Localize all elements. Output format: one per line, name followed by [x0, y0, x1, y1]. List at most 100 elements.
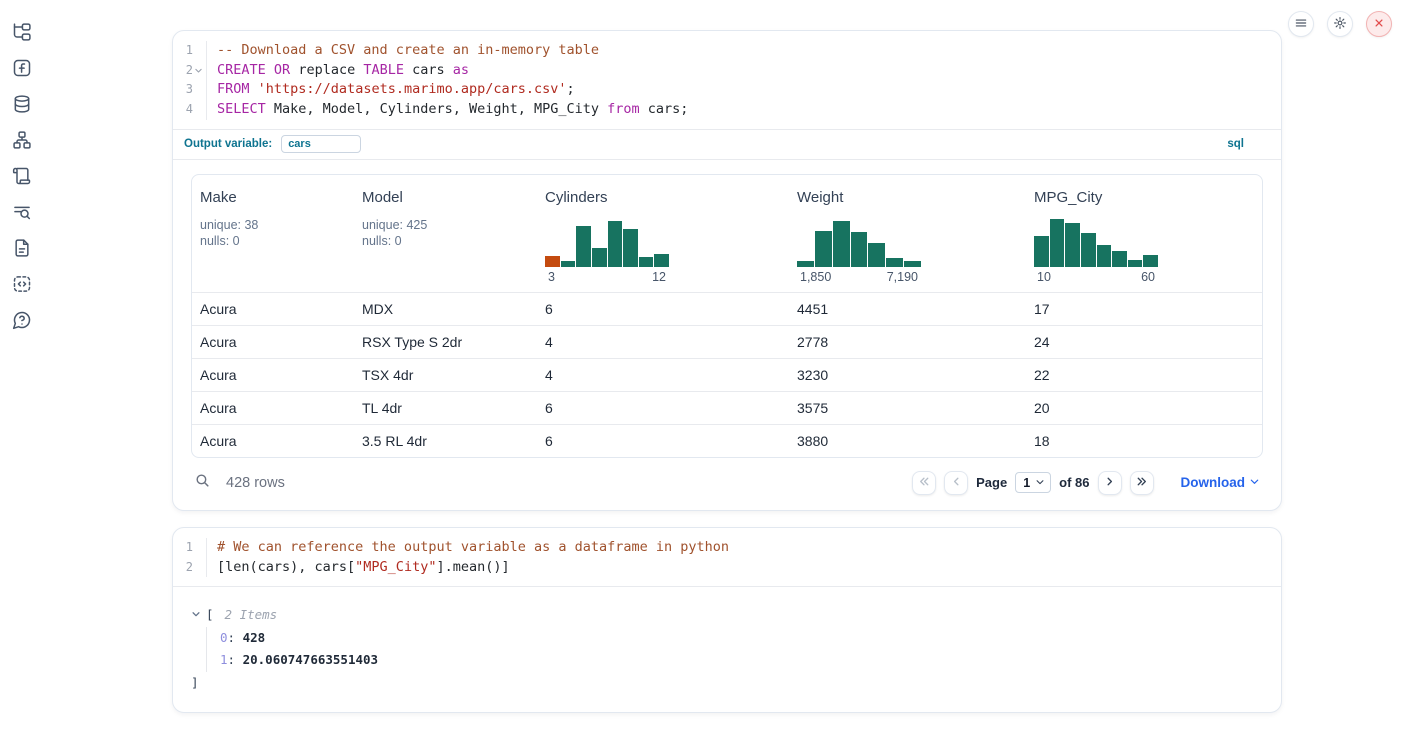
table-cell: 6: [537, 425, 789, 457]
code-text: # We can reference the output variable a…: [207, 538, 729, 558]
close-icon: [1372, 16, 1386, 33]
line-gutter: 1: [173, 538, 207, 558]
helper-sidebar: [0, 0, 44, 729]
histogram-bar: [868, 243, 885, 267]
tree-item: 1: 20.060747663551403: [220, 649, 1263, 672]
fold-spacer: [193, 85, 204, 96]
search-icon[interactable]: [194, 472, 211, 493]
column-stat: nulls: 0: [200, 233, 346, 250]
tree-items: 0: 4281: 20.060747663551403: [206, 627, 1263, 672]
code-line: 4SELECT Make, Model, Cylinders, Weight, …: [173, 100, 1281, 120]
sql-code-editor[interactable]: 1-- Download a CSV and create an in-memo…: [173, 31, 1281, 129]
sql-cell-output: Makeunique: 38nulls: 0Modelunique: 425nu…: [173, 159, 1281, 510]
token-plain: cars: [404, 62, 453, 78]
token-plain: ;: [567, 81, 575, 97]
table-header-row: Makeunique: 38nulls: 0Modelunique: 425nu…: [192, 175, 1262, 292]
axis-min-label: 1,850: [800, 270, 831, 284]
prev-page-button[interactable]: [944, 471, 968, 495]
python-code-editor[interactable]: 1# We can reference the output variable …: [173, 528, 1281, 586]
token-keyword: SELECT: [217, 101, 266, 117]
settings-button[interactable]: [1327, 11, 1353, 37]
scroll-icon: [12, 166, 32, 186]
line-gutter: 3: [173, 80, 207, 100]
histogram-bar: [815, 231, 832, 267]
table-cell: 6: [537, 392, 789, 424]
table-cell: Acura: [192, 359, 354, 391]
chevrons-left-icon: [918, 475, 931, 491]
column-header-mpg_city[interactable]: MPG_City 1060: [1026, 175, 1262, 292]
tree-root: [ 2 Items: [191, 604, 1263, 627]
table-body: AcuraMDX6445117AcuraRSX Type S 2dr427782…: [192, 292, 1262, 457]
next-page-button[interactable]: [1098, 471, 1122, 495]
tree-item: 0: 428: [220, 627, 1263, 650]
collapse-chevron-icon[interactable]: [191, 604, 201, 627]
column-name: MPG_City: [1034, 189, 1254, 206]
column-stat: unique: 38: [200, 217, 346, 234]
sidebar-item-help[interactable]: [12, 310, 32, 330]
search-list-icon: [12, 202, 32, 222]
table-row[interactable]: AcuraTSX 4dr4323022: [192, 358, 1262, 391]
fold-toggle-icon[interactable]: [193, 65, 204, 76]
histogram-axis-labels: 1060: [1034, 270, 1158, 284]
table-row[interactable]: AcuraMDX6445117: [192, 292, 1262, 325]
sidebar-item-scratchpad[interactable]: [12, 166, 32, 186]
shutdown-button[interactable]: [1366, 11, 1392, 37]
table-row[interactable]: AcuraTL 4dr6357520: [192, 391, 1262, 424]
table-row[interactable]: AcuraRSX Type S 2dr4277824: [192, 325, 1262, 358]
sidebar-item-datasources[interactable]: [12, 94, 32, 114]
sidebar-item-snippets[interactable]: [12, 274, 32, 294]
table-cell: 4451: [789, 293, 1026, 325]
column-header-model[interactable]: Modelunique: 425nulls: 0: [354, 175, 537, 292]
cell-sql: 1-- Download a CSV and create an in-memo…: [172, 30, 1282, 511]
tree-item-index: 0: [220, 630, 228, 645]
page-select[interactable]: 1: [1015, 472, 1051, 493]
token-plain: [250, 81, 258, 97]
fold-spacer: [193, 104, 204, 115]
column-header-cylinders[interactable]: Cylinders312: [537, 175, 789, 292]
notebook-actions: [1288, 11, 1392, 37]
cell-python: 1# We can reference the output variable …: [172, 527, 1282, 713]
code-text: FROM 'https://datasets.marimo.app/cars.c…: [207, 80, 575, 100]
tree-item-separator: :: [228, 652, 243, 667]
code-box-icon: [12, 274, 32, 294]
histogram-bar: [561, 261, 576, 267]
axis-min-label: 3: [548, 270, 555, 284]
python-cell-output: [ 2 Items 0: 4281: 20.060747663551403 ]: [173, 586, 1281, 712]
download-button[interactable]: Download: [1181, 475, 1261, 490]
sidebar-item-logs[interactable]: [12, 202, 32, 222]
network-icon: [12, 130, 32, 150]
histogram-bar: [623, 229, 638, 267]
histogram-bar: [1112, 251, 1127, 267]
tree-item-separator: :: [228, 630, 243, 645]
chevron-down-icon: [1249, 475, 1260, 490]
column-header-weight[interactable]: Weight1,8507,190: [789, 175, 1026, 292]
histogram-bar: [797, 261, 814, 267]
first-page-button[interactable]: [912, 471, 936, 495]
page-total-label: of 86: [1059, 475, 1089, 490]
table-cell: 24: [1026, 326, 1262, 358]
sidebar-item-file-explorer[interactable]: [12, 22, 32, 42]
line-gutter: 1: [173, 41, 207, 61]
fold-spacer: [193, 562, 204, 573]
file-text-icon: [12, 238, 32, 258]
table-cell: Acura: [192, 326, 354, 358]
function-square-icon: [12, 58, 32, 78]
token-string: "MPG_City": [355, 559, 436, 575]
table-row[interactable]: Acura3.5 RL 4dr6388018: [192, 424, 1262, 457]
sidebar-item-documentation[interactable]: [12, 238, 32, 258]
histogram-bar: [886, 258, 903, 267]
table-cell: 18: [1026, 425, 1262, 457]
histogram-mpg_city: 1060: [1034, 217, 1158, 284]
menu-button[interactable]: [1288, 11, 1314, 37]
table-footer: 428 rows Page 1 of 86: [191, 470, 1263, 496]
histogram-bars: [545, 217, 669, 267]
output-variable-input[interactable]: [281, 135, 361, 153]
sidebar-item-dependency-graph[interactable]: [12, 130, 32, 150]
last-page-button[interactable]: [1130, 471, 1154, 495]
token-plain: replace: [290, 62, 363, 78]
column-header-make[interactable]: Makeunique: 38nulls: 0: [192, 175, 354, 292]
data-table: Makeunique: 38nulls: 0Modelunique: 425nu…: [191, 174, 1263, 458]
axis-max-label: 12: [652, 270, 666, 284]
sidebar-item-variables[interactable]: [12, 58, 32, 78]
axis-max-label: 7,190: [887, 270, 918, 284]
